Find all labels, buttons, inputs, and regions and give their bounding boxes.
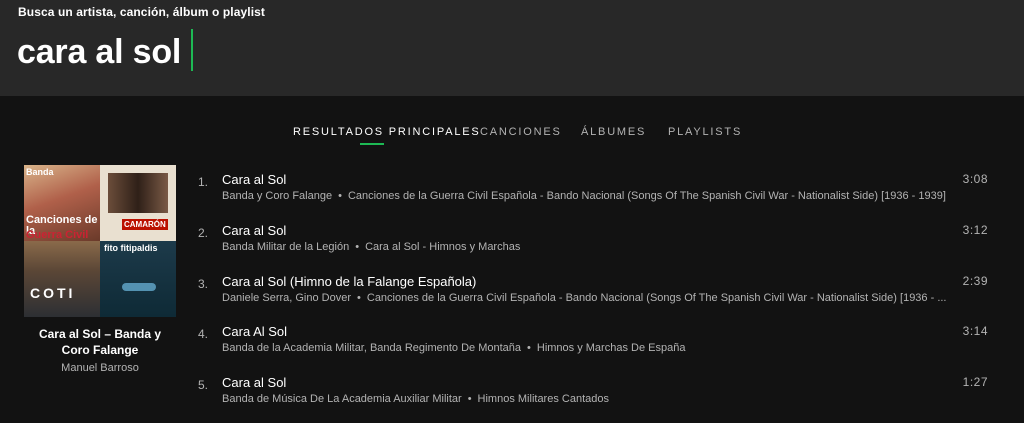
track-album[interactable]: Himnos Militares Cantados xyxy=(478,393,609,405)
track-meta: Banda de la Academia Militar, Banda Regi… xyxy=(222,342,962,354)
cover-tile-3-label: COTI xyxy=(30,285,76,301)
cover-tile-1-label: Banda xyxy=(26,167,54,177)
cover-tile-3: COTI xyxy=(24,241,100,317)
track-title[interactable]: Cara al Sol xyxy=(222,375,286,390)
track-meta: Banda de Música De La Academia Auxiliar … xyxy=(222,393,962,405)
track-number: 2. xyxy=(198,226,209,240)
tab-albums[interactable]: ÁLBUMES xyxy=(581,126,646,138)
track-album[interactable]: Canciones de la Guerra Civil Española - … xyxy=(367,292,947,304)
meta-separator: • xyxy=(338,190,342,202)
cover-tile-2: CAMARÓN xyxy=(100,165,176,241)
cover-tile-4-label: fito fitipaldis xyxy=(104,243,158,253)
meta-separator: • xyxy=(527,342,531,354)
track-row[interactable]: 1. Cara al Sol Banda y Coro Falange • Canc… xyxy=(190,166,1000,212)
track-album[interactable]: Canciones de la Guerra Civil Española - … xyxy=(348,190,946,202)
tab-songs[interactable]: CANCIONES xyxy=(480,126,562,138)
meta-separator: • xyxy=(467,393,472,405)
track-row[interactable]: 4. Cara Al Sol Banda de la Academia Mili… xyxy=(190,318,1000,364)
tab-playlists[interactable]: PLAYLISTS xyxy=(668,126,742,138)
meta-separator: • xyxy=(355,241,360,253)
track-duration: 3:08 xyxy=(962,172,988,186)
track-duration: 1:27 xyxy=(962,375,988,389)
search-hint: Busca un artista, canción, álbum o playl… xyxy=(18,5,266,19)
cover-tile-1-subtitle: Guerra Civil xyxy=(26,229,89,241)
search-header: Busca un artista, canción, álbum o playl… xyxy=(0,0,1024,96)
track-meta: Banda Militar de la Legión • Cara al Sol -… xyxy=(222,241,962,253)
track-number: 1. xyxy=(198,175,209,189)
search-input[interactable] xyxy=(17,26,917,78)
cover-tile-4-graphic xyxy=(122,283,156,291)
playlist-title[interactable]: Cara al Sol – Banda y Coro Falange xyxy=(24,326,176,358)
track-number: 4. xyxy=(198,327,209,341)
track-duration: 2:39 xyxy=(962,274,988,288)
text-caret xyxy=(191,29,193,71)
meta-separator: • xyxy=(357,292,361,304)
track-album[interactable]: Himnos y Marchas De España xyxy=(537,342,686,354)
track-title[interactable]: Cara al Sol (Himno de la Falange Español… xyxy=(222,274,476,289)
cover-tile-2-photo xyxy=(108,173,168,213)
track-title[interactable]: Cara Al Sol xyxy=(222,324,287,339)
track-artists[interactable]: Banda de Música De La Academia Auxiliar … xyxy=(222,393,462,405)
track-number: 3. xyxy=(198,277,209,291)
track-row[interactable]: 5. Cara al Sol Banda de Música De La Aca… xyxy=(190,369,1000,415)
tab-bar: RESULTADOS PRINCIPALES CANCIONES ÁLBUMES… xyxy=(0,126,1024,150)
track-artists[interactable]: Daniele Serra, Gino Dover xyxy=(222,292,351,304)
cover-tile-4: fito fitipaldis xyxy=(100,241,176,317)
track-artists[interactable]: Banda de la Academia Militar, Banda Regi… xyxy=(222,342,521,354)
active-tab-indicator xyxy=(360,143,384,145)
playlist-owner[interactable]: Manuel Barroso xyxy=(24,362,176,374)
track-title[interactable]: Cara al Sol xyxy=(222,172,286,187)
track-meta: Banda y Coro Falange • Canciones de la Gue… xyxy=(222,190,962,202)
track-artists[interactable]: Banda Militar de la Legión xyxy=(222,241,349,253)
cover-tile-1: Banda Canciones de la Guerra Civil xyxy=(24,165,100,241)
track-number: 5. xyxy=(198,378,209,392)
track-duration: 3:12 xyxy=(962,223,988,237)
track-row[interactable]: 2. Cara al Sol Banda Militar de la Legió… xyxy=(190,217,1000,263)
cover-tile-2-label: CAMARÓN xyxy=(122,219,168,230)
tab-top-results[interactable]: RESULTADOS PRINCIPALES xyxy=(293,126,481,138)
playlist-cover[interactable]: Banda Canciones de la Guerra Civil CAMAR… xyxy=(24,165,176,317)
track-artists[interactable]: Banda y Coro Falange xyxy=(222,190,332,202)
track-row[interactable]: 3. Cara al Sol (Himno de la Falange Espa… xyxy=(190,268,1000,314)
track-title[interactable]: Cara al Sol xyxy=(222,223,286,238)
track-duration: 3:14 xyxy=(962,324,988,338)
track-album[interactable]: Cara al Sol - Himnos y Marchas xyxy=(365,241,520,253)
track-meta: Daniele Serra, Gino Dover • Canciones de l… xyxy=(222,292,962,304)
